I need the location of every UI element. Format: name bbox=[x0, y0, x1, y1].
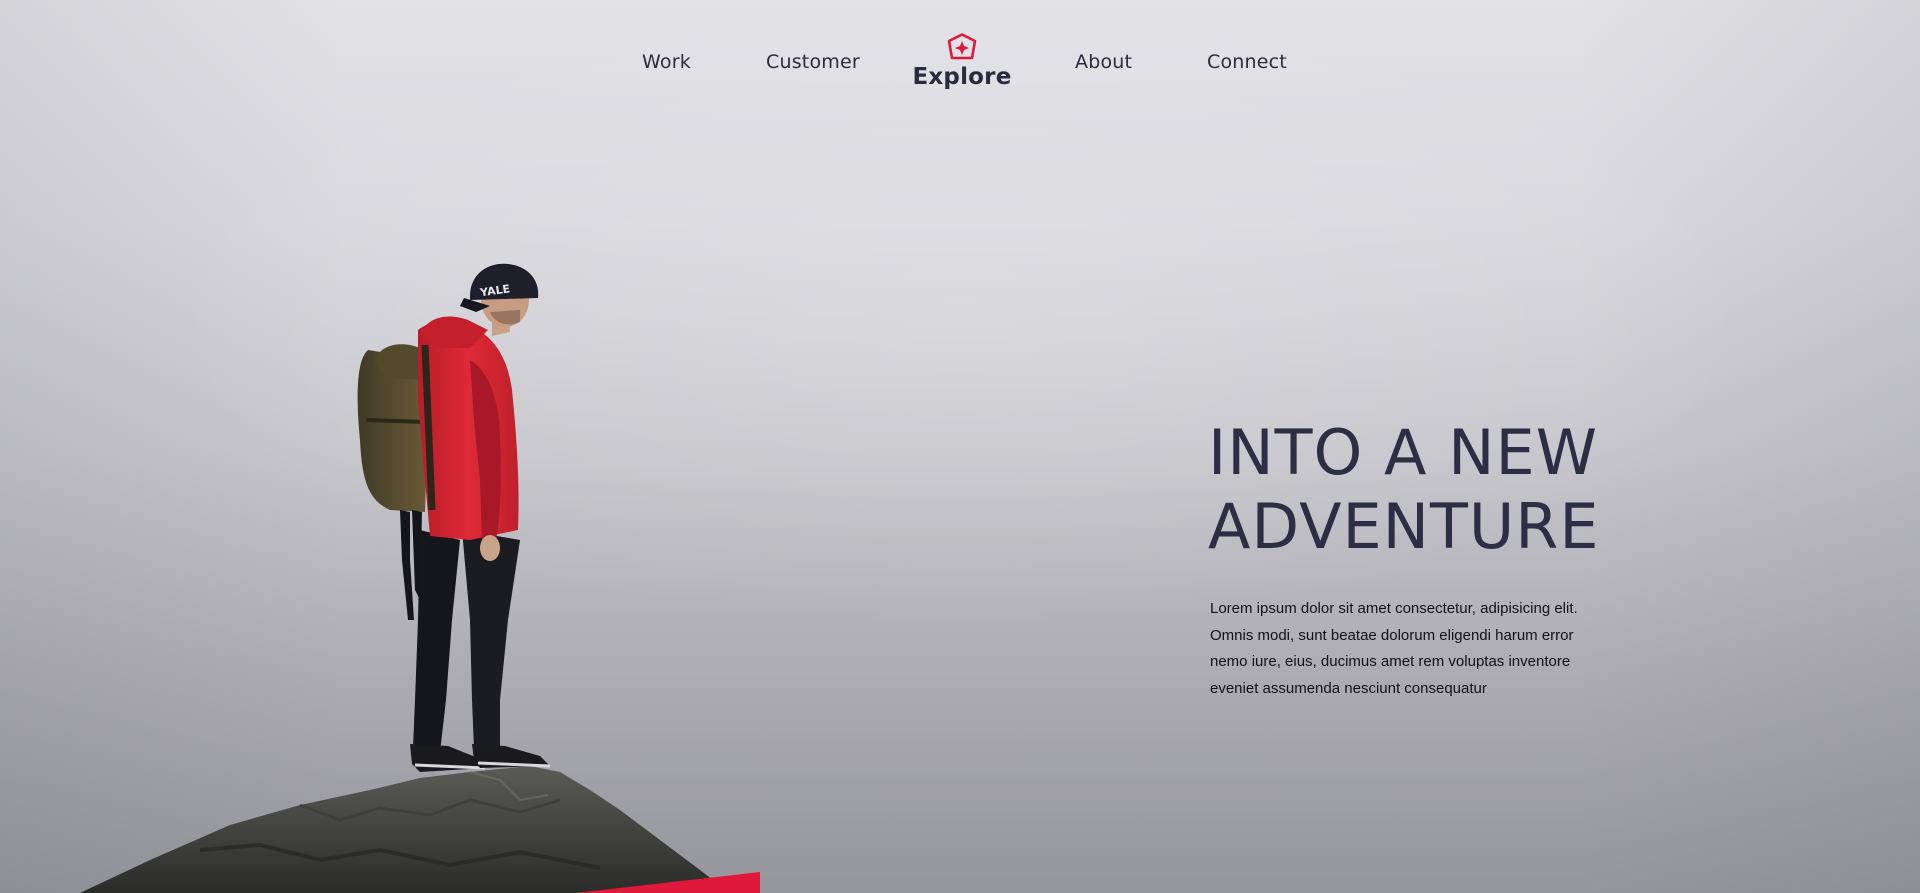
nav-link-work[interactable]: Work bbox=[642, 51, 691, 73]
rock bbox=[80, 766, 730, 893]
hero-title-line-1: INTO A NEW bbox=[1208, 416, 1599, 489]
brand-home-link[interactable]: Explore bbox=[910, 32, 1014, 102]
nav-link-about[interactable]: About bbox=[1075, 51, 1132, 73]
explore-logo-icon bbox=[947, 33, 977, 60]
hero-title: INTO A NEW ADVENTURE bbox=[1208, 416, 1848, 564]
nav-link-customer[interactable]: Customer bbox=[766, 51, 860, 73]
hero-description: Lorem ipsum dolor sit amet consectetur, … bbox=[1210, 600, 1578, 697]
hero-title-line-2: ADVENTURE bbox=[1208, 490, 1600, 563]
brand-name: Explore bbox=[912, 64, 1012, 90]
main-nav: Work Customer Explore About Connect bbox=[0, 0, 1920, 110]
nav-link-connect[interactable]: Connect bbox=[1207, 51, 1287, 73]
